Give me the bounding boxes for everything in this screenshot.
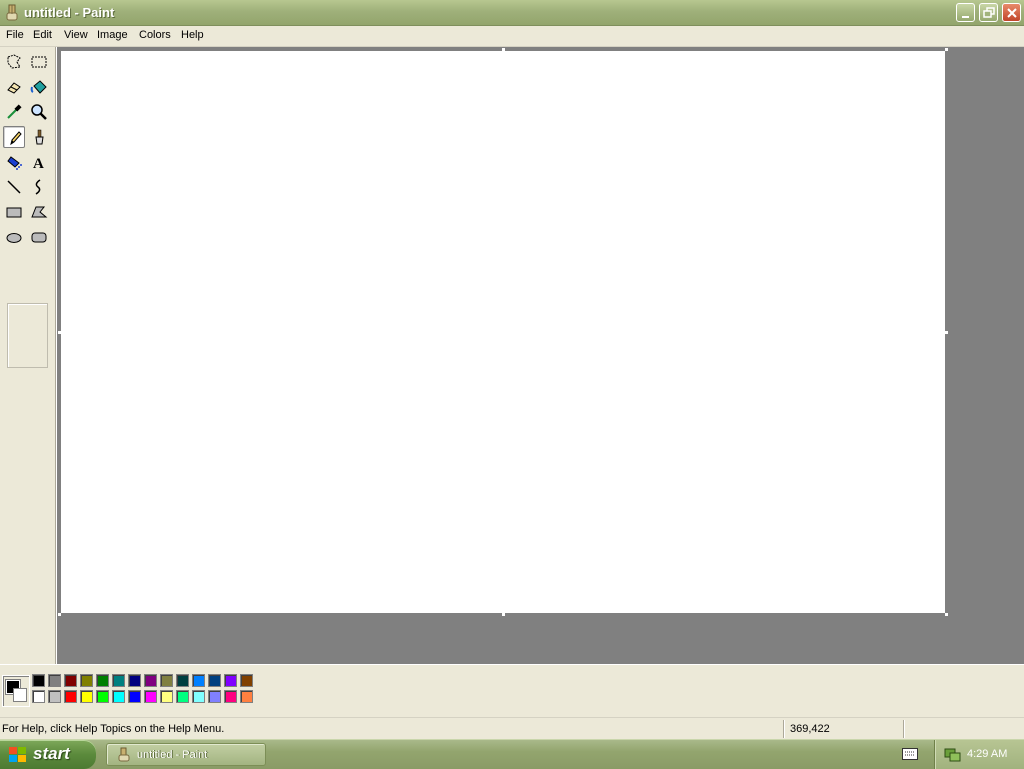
close-button[interactable] <box>1002 3 1021 22</box>
window-title: untitled - Paint <box>24 5 115 20</box>
current-colors <box>2 675 30 707</box>
taskbar: start untitled - Paint 4:29 AM <box>0 739 1024 769</box>
drawing-canvas[interactable] <box>61 51 945 613</box>
palette-swatch[interactable] <box>32 690 45 703</box>
clock: 4:29 AM <box>967 748 1008 760</box>
start-label: start <box>33 744 70 763</box>
system-tray: 4:29 AM <box>934 740 1024 769</box>
palette-swatch[interactable] <box>192 690 205 703</box>
palette-swatch[interactable] <box>32 674 45 687</box>
palette-swatch[interactable] <box>192 674 205 687</box>
palette-swatch[interactable] <box>224 674 237 687</box>
palette-swatch[interactable] <box>240 674 253 687</box>
resize-handle-bottom-left <box>58 613 61 616</box>
resize-handle-bottom[interactable] <box>502 613 505 616</box>
palette-swatch[interactable] <box>208 674 221 687</box>
title-bar[interactable]: untitled - Paint <box>0 0 1024 26</box>
background-color <box>13 688 27 702</box>
resize-handle-top <box>502 48 505 51</box>
palette-swatch[interactable] <box>208 690 221 703</box>
canvas-workspace <box>57 47 1024 664</box>
resize-handle-bottom-right[interactable] <box>945 613 948 616</box>
color-box <box>0 664 1024 715</box>
pencil-tool[interactable] <box>3 126 25 148</box>
menu-help[interactable]: Help <box>181 29 204 41</box>
palette-swatch[interactable] <box>48 690 61 703</box>
curve-tool[interactable] <box>28 176 50 198</box>
paint-app-icon[interactable] <box>4 4 20 22</box>
resize-handle-top-right <box>945 48 948 51</box>
network-icon[interactable] <box>943 746 961 762</box>
windows-logo-icon <box>9 747 26 762</box>
start-button[interactable]: start <box>0 740 96 769</box>
status-separator <box>903 720 904 738</box>
free-form-select-tool[interactable] <box>3 51 25 73</box>
palette-swatch[interactable] <box>144 690 157 703</box>
status-help-text: For Help, click Help Topics on the Help … <box>2 723 225 735</box>
rectangle-tool[interactable] <box>3 201 25 223</box>
palette-swatch[interactable] <box>176 674 189 687</box>
menu-colors[interactable]: Colors <box>139 29 171 41</box>
select-tool[interactable] <box>28 51 50 73</box>
text-tool[interactable]: A <box>28 151 50 173</box>
palette-swatch[interactable] <box>160 674 173 687</box>
palette-swatch[interactable] <box>64 690 77 703</box>
tool-options-panel[interactable] <box>7 303 48 368</box>
menu-view[interactable]: View <box>64 29 88 41</box>
cursor-coordinates: 369,422 <box>790 723 830 735</box>
palette-swatch[interactable] <box>144 674 157 687</box>
palette-swatch[interactable] <box>64 674 77 687</box>
fill-with-color-tool[interactable] <box>28 76 50 98</box>
rounded-rectangle-tool[interactable] <box>28 226 50 248</box>
menu-edit[interactable]: Edit <box>33 29 52 41</box>
svg-text:A: A <box>33 156 44 171</box>
taskbar-item-paint[interactable]: untitled - Paint <box>106 743 266 766</box>
palette-swatch[interactable] <box>176 690 189 703</box>
airbrush-tool[interactable] <box>3 151 25 173</box>
taskbar-item-label: untitled - Paint <box>137 749 208 761</box>
line-tool[interactable] <box>3 176 25 198</box>
pick-color-tool[interactable] <box>3 101 25 123</box>
menu-image[interactable]: Image <box>97 29 128 41</box>
eraser-tool[interactable] <box>3 76 25 98</box>
palette-swatch[interactable] <box>80 690 93 703</box>
palette-swatch[interactable] <box>96 674 109 687</box>
palette-swatch[interactable] <box>112 674 125 687</box>
palette-swatch[interactable] <box>240 690 253 703</box>
status-separator <box>783 720 784 738</box>
palette-swatch[interactable] <box>160 690 173 703</box>
ellipse-tool[interactable] <box>3 226 25 248</box>
brush-tool[interactable] <box>28 126 50 148</box>
palette-swatch[interactable] <box>128 674 141 687</box>
menu-bar: File Edit View Image Colors Help <box>0 26 1024 47</box>
magnifier-tool[interactable] <box>28 101 50 123</box>
palette-swatch[interactable] <box>224 690 237 703</box>
tool-box: A <box>0 47 57 664</box>
minimize-button[interactable] <box>956 3 975 22</box>
menu-file[interactable]: File <box>6 29 24 41</box>
paint-icon <box>118 747 130 762</box>
resize-handle-left <box>58 331 61 334</box>
restore-button[interactable] <box>979 3 998 22</box>
palette-swatch[interactable] <box>48 674 61 687</box>
palette-swatch[interactable] <box>112 690 125 703</box>
polygon-tool[interactable] <box>28 201 50 223</box>
status-bar: For Help, click Help Topics on the Help … <box>0 717 1024 740</box>
keyboard-icon[interactable] <box>902 748 918 760</box>
palette-swatch[interactable] <box>96 690 109 703</box>
palette-swatch[interactable] <box>128 690 141 703</box>
resize-handle-right[interactable] <box>945 331 948 334</box>
palette-swatch[interactable] <box>80 674 93 687</box>
